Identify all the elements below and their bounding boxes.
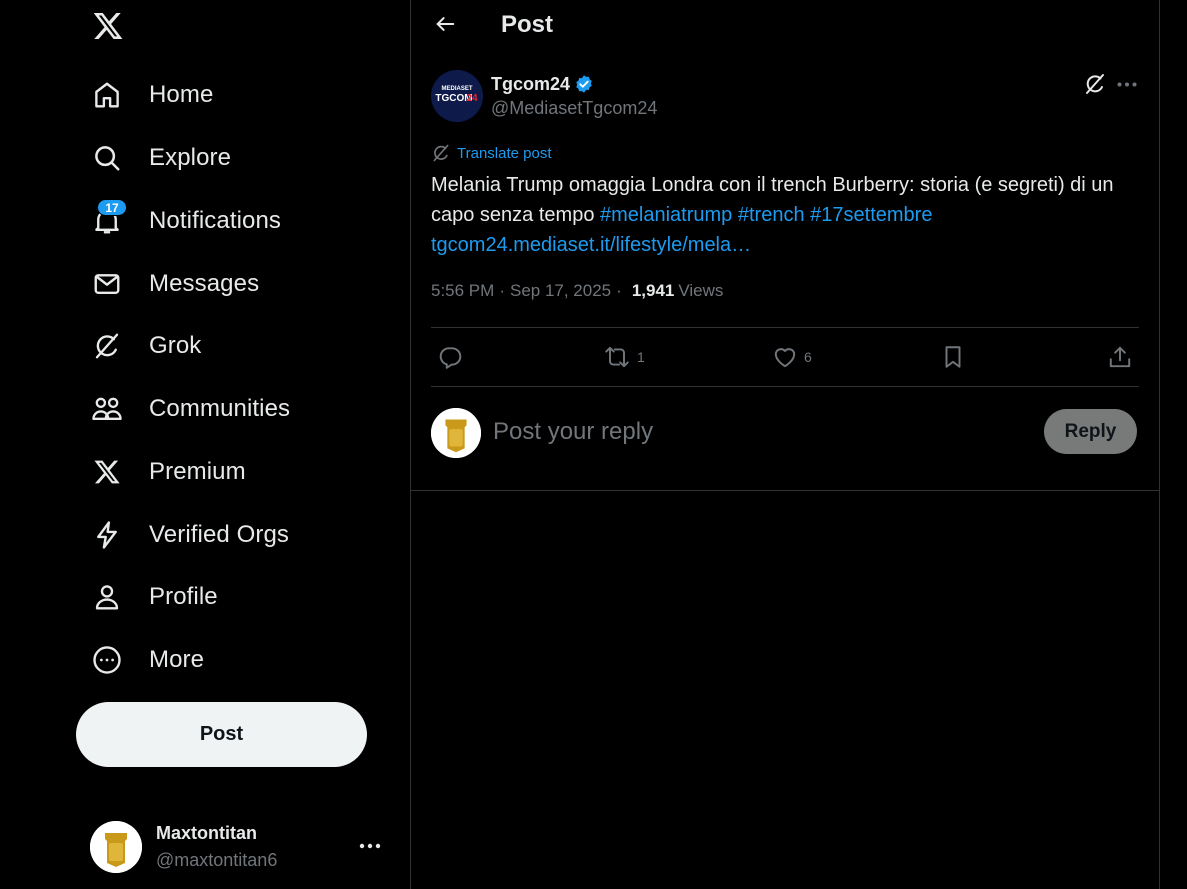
grok-icon[interactable] bbox=[1083, 72, 1107, 96]
sidebar-item-label: Premium bbox=[149, 458, 246, 485]
post-detail-column: Post MEDIASET TGCOM 24 Tgcom24 @Mediaset… bbox=[410, 0, 1160, 889]
hashtag-link[interactable]: #trench bbox=[738, 204, 805, 226]
post-meta: 5:56 PM · Sep 17, 2025 · 1,941 Views bbox=[431, 281, 723, 301]
bell-icon: 17 bbox=[84, 198, 130, 244]
account-handle: @maxtontitan6 bbox=[156, 850, 278, 870]
account-switcher[interactable]: Maxtontitan @maxtontitan6 bbox=[90, 816, 390, 878]
reply-button[interactable]: Reply bbox=[1044, 409, 1137, 454]
repost-action[interactable]: 1 bbox=[603, 344, 645, 370]
divider bbox=[411, 490, 1160, 491]
hashtag-link[interactable]: #17settembre bbox=[810, 204, 932, 226]
verified-badge-icon bbox=[574, 74, 594, 94]
reply-action[interactable] bbox=[437, 344, 469, 370]
share-icon bbox=[1107, 344, 1133, 370]
sidebar: Home Explore 17 Notifications Messages G… bbox=[0, 0, 410, 889]
sidebar-item-verified-orgs[interactable]: Verified Orgs bbox=[84, 510, 313, 560]
page-title: Post bbox=[501, 11, 554, 38]
separator: · bbox=[616, 281, 622, 300]
sidebar-item-label: More bbox=[149, 646, 205, 673]
post-body: Melania Trump omaggia Londra con il tren… bbox=[431, 170, 1131, 260]
author-handle[interactable]: @MediasetTgcom24 bbox=[491, 98, 657, 119]
sidebar-item-profile[interactable]: Profile bbox=[84, 572, 242, 622]
home-icon bbox=[84, 72, 130, 118]
sidebar-item-label: Explore bbox=[149, 144, 232, 171]
reply-composer: Reply bbox=[431, 406, 1139, 458]
sidebar-item-notifications[interactable]: 17 Notifications bbox=[84, 196, 305, 246]
sidebar-item-label: Profile bbox=[149, 583, 218, 610]
sidebar-item-grok[interactable]: Grok bbox=[84, 321, 225, 371]
translate-post-link[interactable]: Translate post bbox=[431, 143, 552, 163]
translate-icon bbox=[431, 143, 451, 163]
avatar bbox=[431, 408, 481, 458]
heart-icon bbox=[772, 344, 798, 370]
article-link[interactable]: tgcom24.mediaset.it/lifestyle/mela… bbox=[431, 234, 751, 256]
header: Post bbox=[411, 0, 1160, 50]
person-icon bbox=[84, 574, 130, 620]
back-arrow-icon[interactable] bbox=[427, 6, 463, 42]
x-logo-icon[interactable] bbox=[88, 6, 128, 46]
more-circle-icon bbox=[84, 637, 130, 683]
repost-icon bbox=[603, 344, 631, 370]
grok-icon bbox=[84, 323, 130, 369]
avatar-brand-top: MEDIASET bbox=[441, 86, 472, 92]
avatar-brand-num: 24 bbox=[466, 93, 478, 104]
like-action[interactable]: 6 bbox=[772, 344, 812, 370]
repost-count: 1 bbox=[637, 349, 645, 365]
separator: · bbox=[499, 281, 505, 300]
ellipsis-icon[interactable] bbox=[1115, 72, 1139, 96]
post-date[interactable]: Sep 17, 2025 bbox=[510, 281, 611, 301]
avatar bbox=[90, 821, 142, 873]
bookmark-icon bbox=[940, 344, 966, 370]
sidebar-item-label: Grok bbox=[149, 332, 202, 359]
author-avatar[interactable]: MEDIASET TGCOM 24 bbox=[431, 70, 483, 122]
post-author: MEDIASET TGCOM 24 Tgcom24 @MediasetTgcom… bbox=[431, 70, 657, 122]
sidebar-item-communities[interactable]: Communities bbox=[84, 384, 314, 434]
sidebar-item-home[interactable]: Home bbox=[84, 70, 237, 120]
sidebar-item-messages[interactable]: Messages bbox=[84, 259, 283, 309]
views-label: Views bbox=[678, 281, 724, 300]
sidebar-item-label: Notifications bbox=[149, 207, 282, 234]
reply-icon bbox=[437, 344, 463, 370]
share-action[interactable] bbox=[1107, 344, 1133, 370]
search-icon bbox=[84, 135, 130, 181]
post-actions: 1 6 bbox=[431, 328, 1139, 386]
reply-input[interactable] bbox=[493, 416, 1033, 448]
sidebar-item-more[interactable]: More bbox=[84, 635, 228, 685]
account-name: Maxtontitan bbox=[156, 823, 257, 843]
people-icon bbox=[84, 386, 130, 432]
like-count: 6 bbox=[804, 349, 812, 365]
envelope-icon bbox=[84, 261, 130, 307]
notifications-badge: 17 bbox=[97, 199, 127, 216]
lightning-icon bbox=[84, 512, 130, 558]
hashtag-link[interactable]: #melaniatrump bbox=[600, 204, 732, 226]
sidebar-item-label: Messages bbox=[149, 270, 260, 297]
sidebar-item-label: Verified Orgs bbox=[149, 521, 290, 548]
author-name[interactable]: Tgcom24 bbox=[491, 74, 570, 95]
sidebar-item-label: Home bbox=[149, 81, 214, 108]
bookmark-action[interactable] bbox=[940, 344, 966, 370]
sidebar-item-premium[interactable]: Premium bbox=[84, 447, 270, 497]
ellipsis-icon[interactable] bbox=[356, 834, 384, 858]
post-button[interactable]: Post bbox=[76, 702, 367, 767]
divider bbox=[431, 386, 1139, 387]
post-time[interactable]: 5:56 PM bbox=[431, 281, 494, 301]
views-count: 1,941 bbox=[631, 281, 675, 300]
translate-label: Translate post bbox=[457, 144, 552, 162]
sidebar-item-label: Communities bbox=[149, 395, 291, 422]
sidebar-item-explore[interactable]: Explore bbox=[84, 133, 255, 183]
x-premium-icon bbox=[84, 449, 130, 495]
